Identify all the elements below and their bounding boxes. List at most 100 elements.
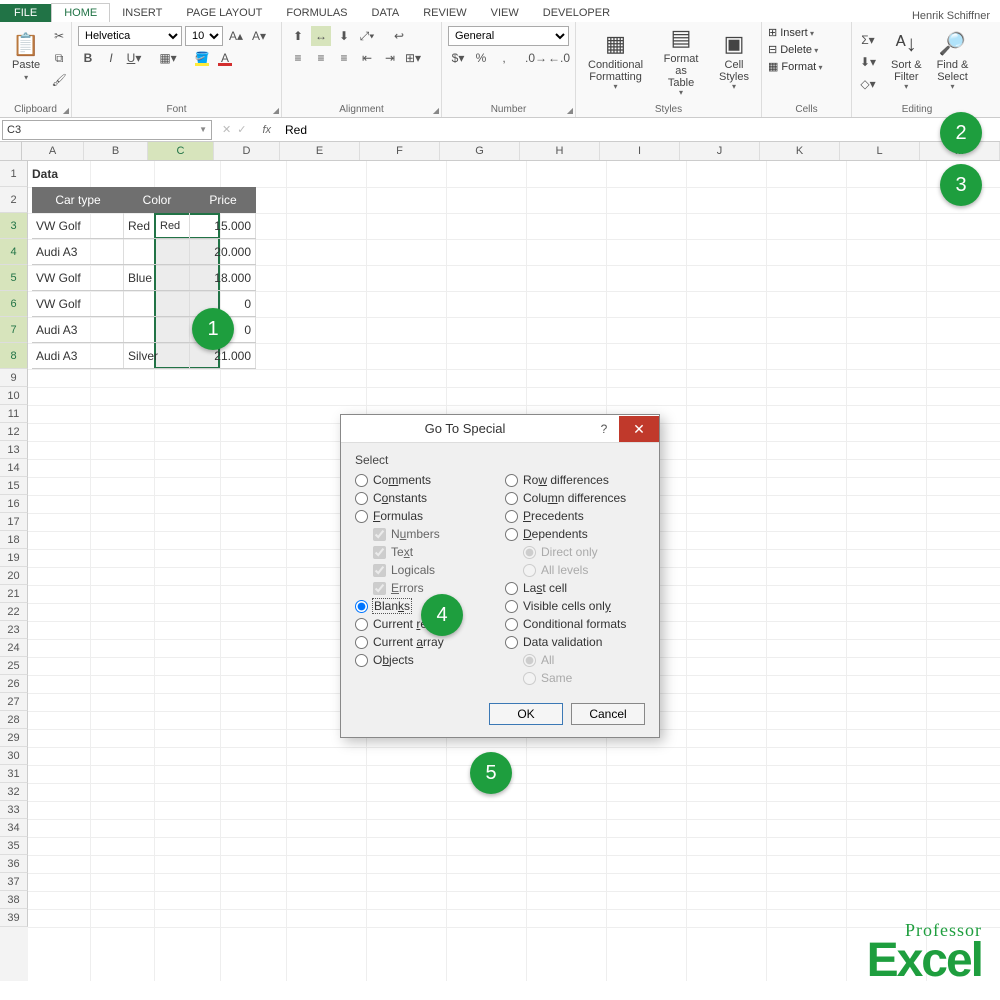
- comma-format-button[interactable]: ,: [494, 48, 514, 68]
- increase-font-button[interactable]: A▴: [226, 26, 246, 46]
- align-left-button[interactable]: ≡: [288, 48, 308, 68]
- row-header-22[interactable]: 22: [0, 603, 28, 621]
- delete-cells-button[interactable]: Delete: [780, 44, 818, 56]
- merge-button[interactable]: ⊞▾: [403, 48, 423, 68]
- percent-format-button[interactable]: %: [471, 48, 491, 68]
- option-data-validation[interactable]: Data validation: [505, 635, 645, 649]
- row-header-6[interactable]: 6: [0, 291, 28, 317]
- insert-cells-button[interactable]: Insert: [780, 27, 814, 39]
- dialog-launcher-icon[interactable]: ◢: [63, 106, 69, 115]
- row-header-39[interactable]: 39: [0, 909, 28, 927]
- column-header-A[interactable]: A: [22, 142, 84, 160]
- option-objects[interactable]: Objects: [355, 653, 485, 667]
- option-blanks[interactable]: Blanks: [355, 599, 485, 613]
- column-header-I[interactable]: I: [600, 142, 680, 160]
- tab-formulas[interactable]: FORMULAS: [274, 4, 359, 22]
- row-header-27[interactable]: 27: [0, 693, 28, 711]
- formula-input[interactable]: [281, 120, 998, 140]
- dialog-help-button[interactable]: ?: [589, 422, 619, 436]
- row-header-10[interactable]: 10: [0, 387, 28, 405]
- column-header-K[interactable]: K: [760, 142, 840, 160]
- autosum-button[interactable]: Σ▾: [858, 30, 878, 50]
- enter-formula-icon[interactable]: ✓: [237, 123, 246, 136]
- fill-button[interactable]: ⬇▾: [858, 52, 878, 72]
- cell-styles-button[interactable]: ▣Cell Styles: [713, 30, 755, 93]
- font-color-button[interactable]: A: [215, 48, 235, 68]
- row-header-19[interactable]: 19: [0, 549, 28, 567]
- cancel-formula-icon[interactable]: ✕: [222, 123, 231, 136]
- row-header-36[interactable]: 36: [0, 855, 28, 873]
- paste-button[interactable]: 📋 Paste: [6, 31, 46, 85]
- row-header-8[interactable]: 8: [0, 343, 28, 369]
- option-errors[interactable]: Errors: [373, 581, 485, 595]
- sort-filter-button[interactable]: ᴬ↓Sort & Filter: [885, 30, 928, 93]
- option-numbers[interactable]: Numbers: [373, 527, 485, 541]
- italic-button[interactable]: I: [101, 48, 121, 68]
- tab-developer[interactable]: DEVELOPER: [531, 4, 622, 22]
- option-column-differences[interactable]: Column differences: [505, 491, 645, 505]
- align-center-button[interactable]: ≡: [311, 48, 331, 68]
- column-header-L[interactable]: L: [840, 142, 920, 160]
- number-format-select[interactable]: General: [448, 26, 569, 46]
- ok-button[interactable]: OK: [489, 703, 563, 725]
- option-text[interactable]: Text: [373, 545, 485, 559]
- increase-indent-button[interactable]: ⇥: [380, 48, 400, 68]
- bold-button[interactable]: B: [78, 48, 98, 68]
- row-header-24[interactable]: 24: [0, 639, 28, 657]
- option-formulas[interactable]: Formulas: [355, 509, 485, 523]
- row-header-12[interactable]: 12: [0, 423, 28, 441]
- tab-file[interactable]: FILE: [0, 4, 51, 22]
- accounting-format-button[interactable]: $▾: [448, 48, 468, 68]
- align-right-button[interactable]: ≡: [334, 48, 354, 68]
- table-row[interactable]: Audi A320.000: [32, 239, 256, 265]
- row-header-28[interactable]: 28: [0, 711, 28, 729]
- column-header-B[interactable]: B: [84, 142, 148, 160]
- option-conditional-formats[interactable]: Conditional formats: [505, 617, 645, 631]
- row-header-20[interactable]: 20: [0, 567, 28, 585]
- option-last-cell[interactable]: Last cell: [505, 581, 645, 595]
- name-box[interactable]: C3▼: [2, 120, 212, 140]
- row-header-35[interactable]: 35: [0, 837, 28, 855]
- dialog-launcher-icon[interactable]: ◢: [433, 106, 439, 115]
- increase-decimal-button[interactable]: .0→: [526, 48, 546, 68]
- option-dependents[interactable]: Dependents: [505, 527, 645, 541]
- tab-review[interactable]: REVIEW: [411, 4, 478, 22]
- table-row[interactable]: VW GolfRed15.000: [32, 213, 256, 239]
- decrease-font-button[interactable]: A▾: [249, 26, 269, 46]
- row-header-16[interactable]: 16: [0, 495, 28, 513]
- cut-button[interactable]: ✂: [49, 26, 69, 46]
- font-name-select[interactable]: Helvetica: [78, 26, 182, 46]
- format-painter-button[interactable]: 🖌: [49, 70, 69, 90]
- column-header-E[interactable]: E: [280, 142, 360, 160]
- row-header-1[interactable]: 1: [0, 161, 28, 187]
- row-header-32[interactable]: 32: [0, 783, 28, 801]
- fx-icon[interactable]: fx: [256, 124, 277, 136]
- row-header-30[interactable]: 30: [0, 747, 28, 765]
- find-select-button[interactable]: 🔎Find & Select: [931, 30, 975, 93]
- column-header-J[interactable]: J: [680, 142, 760, 160]
- row-header-5[interactable]: 5: [0, 265, 28, 291]
- fill-color-button[interactable]: 🪣: [192, 48, 212, 68]
- row-header-13[interactable]: 13: [0, 441, 28, 459]
- align-middle-button[interactable]: ↔: [311, 26, 331, 46]
- row-header-25[interactable]: 25: [0, 657, 28, 675]
- column-header-C[interactable]: C: [148, 142, 214, 160]
- row-header-38[interactable]: 38: [0, 891, 28, 909]
- column-header-H[interactable]: H: [520, 142, 600, 160]
- copy-button[interactable]: ⧉: [49, 48, 69, 68]
- orientation-button[interactable]: ⤢▾: [357, 26, 377, 46]
- row-header-4[interactable]: 4: [0, 239, 28, 265]
- dialog-launcher-icon[interactable]: ◢: [567, 106, 573, 115]
- tab-data[interactable]: DATA: [360, 4, 412, 22]
- column-header-F[interactable]: F: [360, 142, 440, 160]
- option-logicals[interactable]: Logicals: [373, 563, 485, 577]
- row-header-26[interactable]: 26: [0, 675, 28, 693]
- row-header-2[interactable]: 2: [0, 187, 28, 213]
- option-constants[interactable]: Constants: [355, 491, 485, 505]
- cancel-button[interactable]: Cancel: [571, 703, 645, 725]
- tab-view[interactable]: VIEW: [479, 4, 531, 22]
- conditional-formatting-button[interactable]: ▦Conditional Formatting: [582, 30, 649, 93]
- row-header-7[interactable]: 7: [0, 317, 28, 343]
- row-header-23[interactable]: 23: [0, 621, 28, 639]
- row-header-11[interactable]: 11: [0, 405, 28, 423]
